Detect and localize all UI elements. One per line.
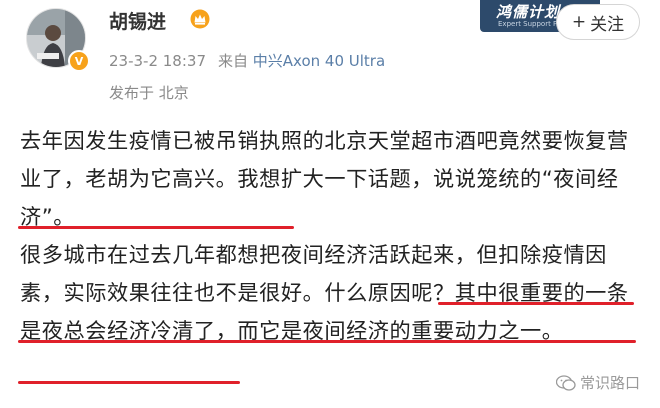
watermark-text: 常识路口 [580,374,641,392]
watermark: 常识路口 [556,372,640,393]
plus-icon: + [571,12,587,32]
wechat-icon [556,374,576,391]
post-body: 去年因发生疫情已被吊销执照的北京天堂超市酒吧竟然要恢复营业了，老胡为它高兴。我想… [20,122,645,350]
highlight-underline [18,340,636,343]
post-paragraph-2: 很多城市在过去几年都想把夜间经济活跃起来，但扣除疫情因素，实际效果往往也不是很好… [20,242,629,343]
highlight-underline [18,381,240,384]
follow-button[interactable]: + 关注 [556,4,640,40]
from-label: 来自 [218,52,249,70]
follow-label: 关注 [590,14,625,35]
post-header: V 胡锡进 23-3-2 18:37 来自 中兴Axon 40 Ultra 发布于… [0,0,660,118]
username[interactable]: 胡锡进 [109,7,166,34]
crown-icon [190,9,210,29]
device-link[interactable]: 中兴Axon 40 Ultra [253,52,385,70]
verified-icon: V [68,50,90,72]
location: 发布于 北京 [109,84,189,102]
timestamp: 23-3-2 18:37 [109,52,206,70]
post-meta: 23-3-2 18:37 来自 中兴Axon 40 Ultra [109,50,385,71]
highlight-underline [438,302,634,305]
banner-title: 鸿儒计划 [496,3,561,21]
highlight-underline [18,226,294,229]
post-paragraph-1: 去年因发生疫情已被吊销执照的北京天堂超市酒吧竟然要恢复营业了，老胡为它高兴。我想… [20,128,629,229]
